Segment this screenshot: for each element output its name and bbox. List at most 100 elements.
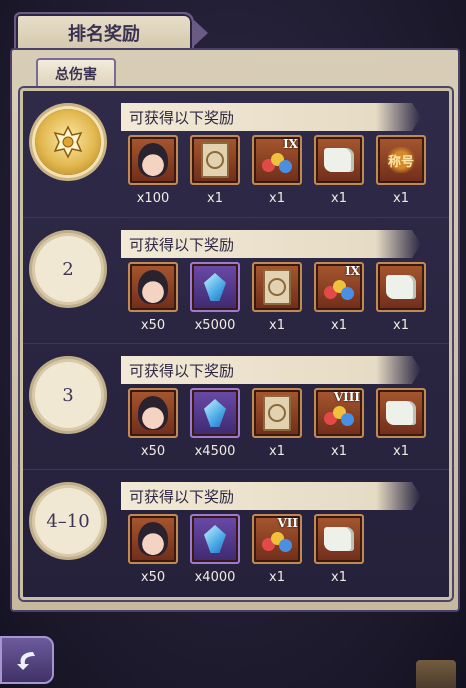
- scroll-icon: [386, 275, 416, 299]
- reward-item[interactable]: VII: [252, 514, 302, 564]
- reward-qty: x100: [136, 191, 170, 206]
- reward-item[interactable]: [128, 388, 178, 438]
- reward-slot: VIII x1: [313, 388, 365, 459]
- tier-heading: 可获得以下奖励: [129, 109, 235, 127]
- character-shard-icon: [138, 522, 168, 556]
- gem-pack-tag: IX: [283, 137, 298, 151]
- reward-item[interactable]: [128, 135, 178, 185]
- reward-qty: x5000: [194, 318, 236, 333]
- scroll-icon: [324, 148, 354, 172]
- gold-crest-icon: [53, 125, 83, 159]
- reward-item[interactable]: IX: [314, 262, 364, 312]
- reward-tier-4: 4–10 可获得以下奖励 x50 x4000 VII x1 x1: [23, 469, 449, 596]
- reward-qty: x4000: [194, 570, 236, 585]
- scroll-icon: [386, 401, 416, 425]
- character-shard-icon: [138, 270, 168, 304]
- reward-list: x50 x4500 x1 VIII x1 x1: [127, 388, 427, 459]
- reward-item[interactable]: VIII: [314, 388, 364, 438]
- reward-qty: x1: [393, 191, 409, 206]
- reward-tier-1: 可获得以下奖励 x100 x1 IX x1 x1 称号 x1: [23, 91, 449, 217]
- rank-1-badge: [35, 109, 101, 175]
- reward-slot: x1: [375, 262, 427, 333]
- gem-pack-tag: VII: [277, 516, 298, 530]
- reward-slot: x1: [313, 514, 365, 585]
- reward-slot: VII x1: [251, 514, 303, 585]
- reward-slot: x50: [127, 262, 179, 333]
- reward-item[interactable]: [190, 388, 240, 438]
- card-ticket-icon: [263, 395, 291, 431]
- reward-item[interactable]: [376, 262, 426, 312]
- reward-item[interactable]: [314, 514, 364, 564]
- reward-slot: x50: [127, 514, 179, 585]
- reward-item[interactable]: [190, 262, 240, 312]
- rewards-panel: 可获得以下奖励 x100 x1 IX x1 x1 称号 x1 2 可获得以下奖励…: [20, 88, 452, 600]
- reward-slot: IX x1: [313, 262, 365, 333]
- tab-total-damage[interactable]: 总伤害: [36, 58, 116, 88]
- reward-slot: IX x1: [251, 135, 303, 206]
- reward-qty: x1: [269, 444, 285, 459]
- rank-label: 2: [62, 258, 74, 280]
- reward-qty: x1: [331, 318, 347, 333]
- reward-qty: x1: [331, 191, 347, 206]
- reward-tier-3: 3 可获得以下奖励 x50 x4500 x1 VIII x1 x1: [23, 343, 449, 470]
- reward-qty: x1: [331, 570, 347, 585]
- reward-qty: x50: [140, 570, 166, 585]
- page-title-label: 排名奖励: [68, 24, 140, 45]
- reward-item[interactable]: 称号: [376, 135, 426, 185]
- reward-qty: x1: [331, 444, 347, 459]
- character-shard-icon: [138, 396, 168, 430]
- reward-slot: x100: [127, 135, 179, 206]
- reward-slot: x1: [251, 388, 303, 459]
- tier-heading: 可获得以下奖励: [129, 236, 235, 254]
- card-ticket-icon: [201, 142, 229, 178]
- reward-qty: x1: [393, 444, 409, 459]
- back-button[interactable]: [0, 636, 54, 684]
- scroll-icon: [324, 527, 354, 551]
- reward-tier-2: 2 可获得以下奖励 x50 x5000 x1 IX x1 x1: [23, 217, 449, 344]
- reward-slot: x1: [313, 135, 365, 206]
- reward-qty: x1: [269, 318, 285, 333]
- reward-item[interactable]: [190, 514, 240, 564]
- reward-item[interactable]: [128, 514, 178, 564]
- rank-badge: 3: [35, 362, 101, 428]
- rank-badge: 4–10: [35, 488, 101, 554]
- reward-item[interactable]: IX: [252, 135, 302, 185]
- reward-slot: 称号 x1: [375, 135, 427, 206]
- reward-item[interactable]: [376, 388, 426, 438]
- reward-qty: x50: [140, 318, 166, 333]
- reward-slot: x5000: [189, 262, 241, 333]
- reward-item[interactable]: [252, 262, 302, 312]
- reward-slot: x1: [375, 388, 427, 459]
- reward-slot: x4000: [189, 514, 241, 585]
- reward-qty: x1: [269, 191, 285, 206]
- gem-pack-tag: VIII: [333, 390, 360, 404]
- reward-qty: x1: [393, 318, 409, 333]
- gem-pack-tag: IX: [345, 264, 360, 278]
- reward-item[interactable]: [190, 135, 240, 185]
- reward-item[interactable]: [252, 388, 302, 438]
- blue-crystal-icon: [204, 525, 226, 553]
- tier-heading: 可获得以下奖励: [129, 362, 235, 380]
- blue-crystal-icon: [204, 273, 226, 301]
- blue-crystal-icon: [204, 399, 226, 427]
- reward-qty: x1: [269, 570, 285, 585]
- reward-qty: x4500: [194, 444, 236, 459]
- reward-list: x100 x1 IX x1 x1 称号 x1: [127, 135, 427, 206]
- tab-total-damage-label: 总伤害: [55, 67, 97, 83]
- card-ticket-icon: [263, 269, 291, 305]
- tier-heading: 可获得以下奖励: [129, 488, 235, 506]
- corner-decoration: [416, 660, 456, 688]
- reward-qty: x50: [140, 444, 166, 459]
- reward-slot: x4500: [189, 388, 241, 459]
- character-shard-icon: [138, 143, 168, 177]
- rank-label: 4–10: [46, 510, 90, 532]
- reward-slot: x1: [189, 135, 241, 206]
- title-emblem-icon: 称号: [385, 147, 417, 173]
- reward-item[interactable]: [314, 135, 364, 185]
- reward-item[interactable]: [128, 262, 178, 312]
- reward-list: x50 x5000 x1 IX x1 x1: [127, 262, 427, 333]
- reward-qty: x1: [207, 191, 223, 206]
- back-arrow-icon: [17, 652, 35, 670]
- reward-slot: x1: [251, 262, 303, 333]
- reward-list: x50 x4000 VII x1 x1: [127, 514, 365, 585]
